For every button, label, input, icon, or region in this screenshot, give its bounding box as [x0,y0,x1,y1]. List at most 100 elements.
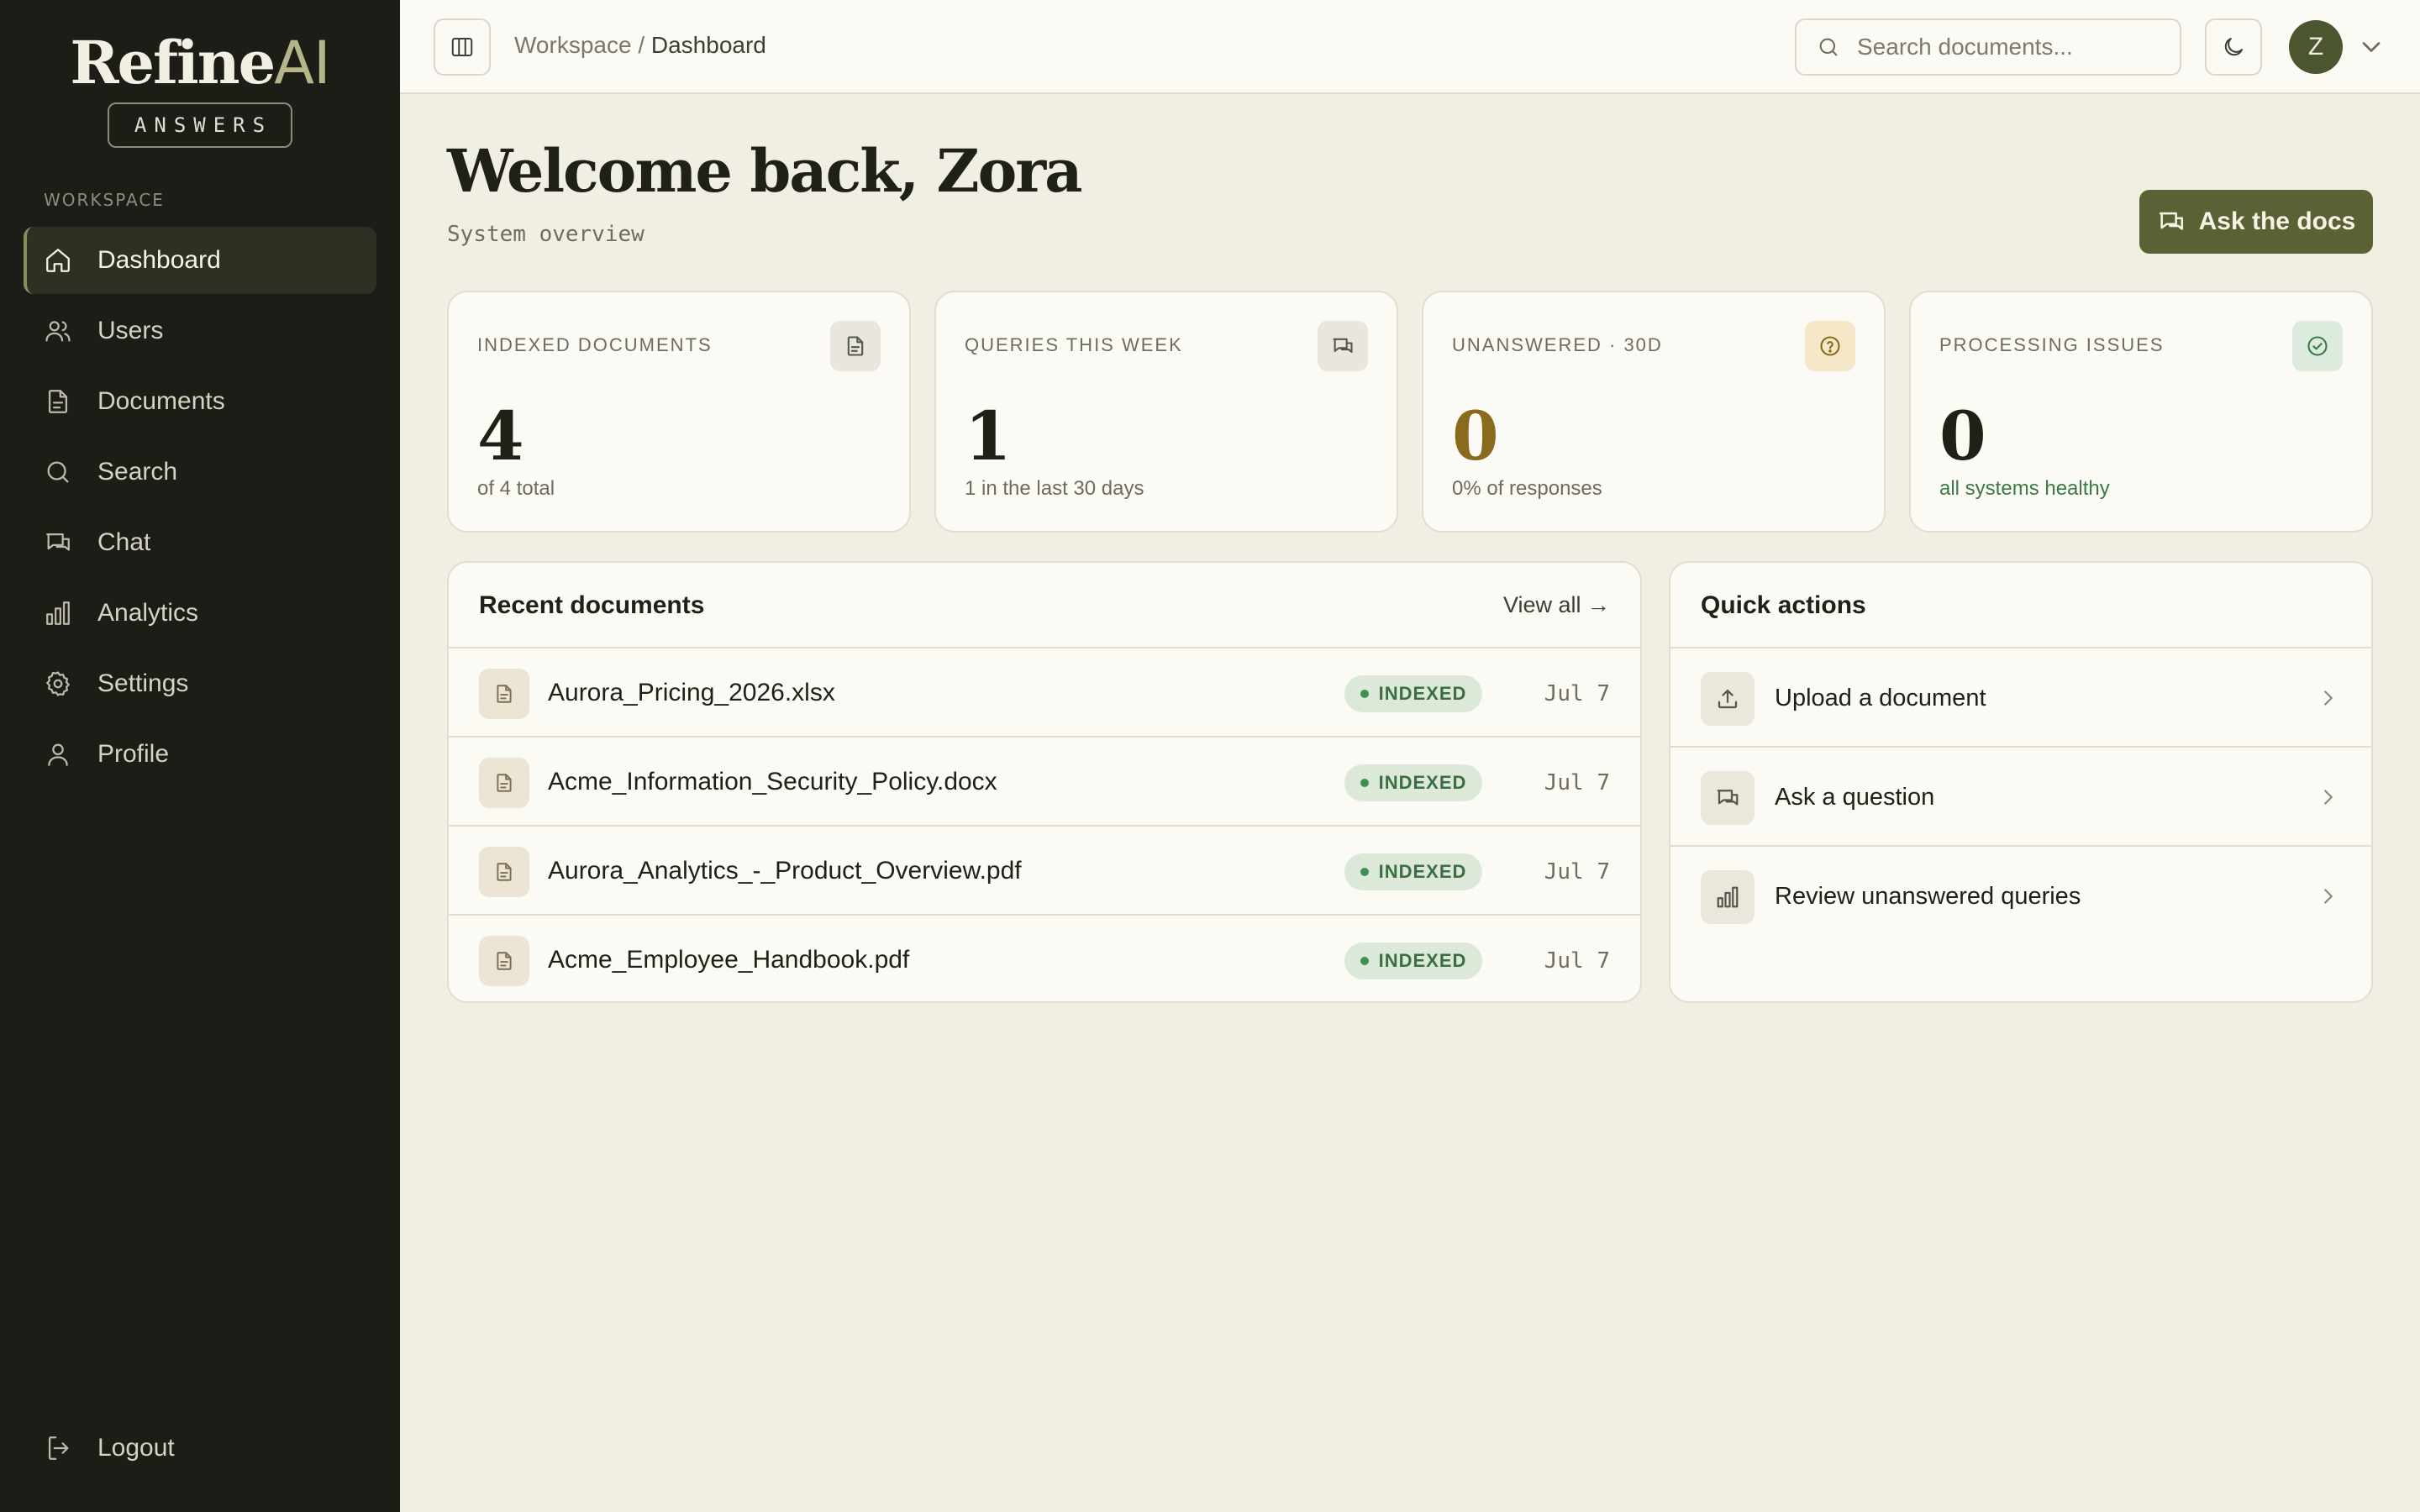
stat-value: 4 [477,396,524,475]
sidebar-item-chat[interactable]: Chat [24,509,376,576]
search-icon [47,461,69,483]
logout-label: Logout [97,1434,175,1462]
sidebar-item-dashboard[interactable]: Dashboard [24,227,376,294]
logo-name: Refine [70,28,276,97]
search-box[interactable] [1795,18,2181,76]
document-name: Acme_Information_Security_Policy.docx [548,768,997,795]
quick-action-upload[interactable]: Upload a document [1670,648,2371,748]
document-row[interactable]: Aurora_Analytics_-_Product_Overview.pdf … [449,827,1640,916]
page-title: Welcome back, Zora [447,136,1083,206]
logo: RefineAI ANSWERS [0,27,400,148]
document-icon [847,336,864,356]
bar-chart-icon [46,601,70,625]
chevron-right-icon [2324,889,2333,904]
sidebar-item-profile[interactable]: Profile [24,721,376,788]
sidebar-item-analytics[interactable]: Analytics [24,580,376,647]
sidebar-item-label: Users [97,317,164,344]
logout-button[interactable]: Logout [24,1415,376,1482]
stat-label: UNANSWERED · 30D [1452,334,1663,355]
document-name: Aurora_Analytics_-_Product_Overview.pdf [548,857,1022,885]
file-icon [497,952,512,970]
chat-icon [2159,212,2183,230]
stat-card-queries-this-week: QUERIES THIS WEEK 1 1 in the last 30 day… [934,291,1398,533]
recent-documents-panel: Recent documents View all → Aurora_Prici… [447,561,1642,1003]
stat-icon-wrap [830,321,881,371]
upload-icon-wrap [1701,672,1754,726]
stat-note: of 4 total [477,477,555,500]
chat-icon [1717,790,1739,806]
file-icon [497,774,512,792]
breadcrumb-separator: / [631,32,651,58]
question-icon [1820,336,1840,356]
sidebar-item-settings[interactable]: Settings [24,650,376,717]
avatar[interactable]: Z [2289,20,2343,74]
chat-icon [1333,338,1353,354]
theme-toggle-button[interactable] [2205,18,2262,76]
status-badge: INDEXED [1344,764,1482,801]
moon-icon [2224,38,2243,56]
stat-card-indexed-documents: INDEXED DOCUMENTS 4 of 4 total [447,291,911,533]
file-icon [497,685,512,703]
sidebar-section-label: WORKSPACE [44,190,165,210]
logo-wordmark: RefineAI [0,27,400,99]
topbar: Workspace / Dashboard Z [400,0,2420,94]
document-row[interactable]: Aurora_Pricing_2026.xlsx INDEXED Jul 7 [449,648,1640,738]
file-icon-wrap [479,669,529,719]
page-subtitle: System overview [447,222,644,247]
status-text: INDEXED [1378,772,1467,793]
quick-action-label: Review unanswered queries [1775,883,2081,910]
sidebar-item-search[interactable]: Search [24,438,376,506]
ask-the-docs-button[interactable]: Ask the docs [2139,190,2373,254]
stat-value: 0 [1939,396,1986,475]
stat-icon-wrap [1805,321,1855,371]
quick-action-label: Ask a question [1775,784,1935,811]
sidebar-toggle-icon [451,38,473,56]
chevron-down-icon[interactable] [2356,32,2386,62]
logo-badge: ANSWERS [108,102,292,148]
check-circle-icon [2307,336,2328,356]
chevron-right-icon [2324,690,2333,706]
status-text: INDEXED [1378,861,1467,882]
home-icon [46,249,70,272]
status-text: INDEXED [1378,950,1467,971]
sidebar-item-documents[interactable]: Documents [24,368,376,435]
document-row[interactable]: Acme_Employee_Handbook.pdf INDEXED Jul 7 [449,916,1640,1001]
file-icon-wrap [479,936,529,986]
document-row[interactable]: Acme_Information_Security_Policy.docx IN… [449,738,1640,827]
status-dot [1360,779,1369,787]
breadcrumb-root[interactable]: Workspace [514,32,632,58]
gear-icon [46,671,70,696]
ask-the-docs-label: Ask the docs [2198,207,2356,235]
file-icon [497,863,512,881]
upload-icon [1718,689,1738,709]
stat-note: 0% of responses [1452,477,1602,500]
document-name: Aurora_Pricing_2026.xlsx [548,679,835,706]
view-all-link[interactable]: View all → [1503,588,1610,622]
stat-icon-wrap [1318,321,1368,371]
status-dot [1360,690,1369,698]
sidebar-toggle-button[interactable] [434,18,491,76]
quick-action-ask[interactable]: Ask a question [1670,748,2371,847]
file-icon-wrap [479,758,529,808]
status-badge: INDEXED [1344,675,1482,712]
status-dot [1360,868,1369,876]
stat-label: PROCESSING ISSUES [1939,334,2165,355]
stat-note: 1 in the last 30 days [965,477,1144,500]
quick-action-review[interactable]: Review unanswered queries [1670,847,2371,946]
search-input[interactable] [1857,34,2160,60]
document-name: Acme_Employee_Handbook.pdf [548,946,910,974]
chat-icon [46,533,70,551]
sidebar-item-users[interactable]: Users [24,297,376,365]
users-icon [45,321,71,342]
status-badge: INDEXED [1344,853,1482,890]
sidebar-item-label: Documents [97,387,225,415]
recent-documents-title: Recent documents [479,591,705,619]
status-badge: INDEXED [1344,942,1482,979]
sidebar-item-label: Analytics [97,599,199,627]
stat-label: INDEXED DOCUMENTS [477,334,713,355]
breadcrumb: Workspace / Dashboard [514,29,766,62]
stat-card-unanswered: UNANSWERED · 30D 0 0% of responses [1422,291,1886,533]
sidebar-item-label: Dashboard [97,246,221,274]
search-icon [1819,38,1838,56]
quick-action-label: Upload a document [1775,685,1986,711]
